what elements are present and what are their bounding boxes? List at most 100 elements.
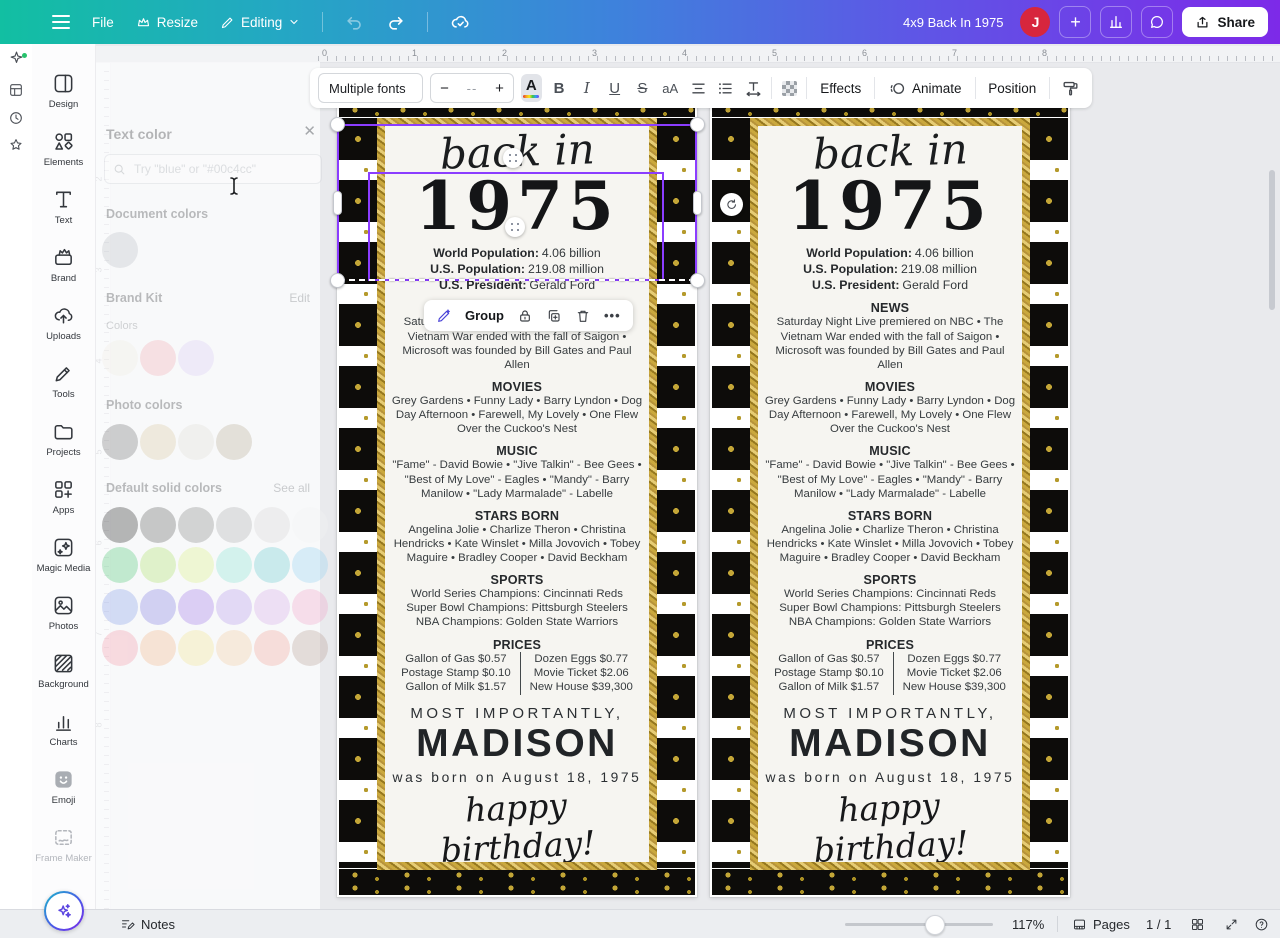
color-swatch[interactable] xyxy=(140,340,176,376)
color-swatch[interactable] xyxy=(178,340,214,376)
color-swatch[interactable] xyxy=(178,507,214,543)
section-stars-born[interactable]: STARS BORN Angelina Jolie • Charlize The… xyxy=(391,509,643,565)
color-swatch[interactable] xyxy=(102,589,138,625)
recent-clock-icon[interactable] xyxy=(8,110,24,126)
color-swatch[interactable] xyxy=(178,630,214,666)
avatar[interactable]: J xyxy=(1020,7,1050,37)
color-swatch[interactable] xyxy=(292,630,328,666)
most-importantly-line[interactable]: MOST IMPORTANTLY, xyxy=(410,705,623,722)
design-page-2[interactable]: back in 1975 World Population:4.06 billi… xyxy=(710,103,1070,897)
selection-handle-bottom-left[interactable] xyxy=(330,273,345,288)
sidebar-item-magic-media[interactable]: Magic Media xyxy=(32,526,96,584)
undo-button[interactable] xyxy=(345,13,364,32)
sidebar-item-photos[interactable]: Photos xyxy=(32,584,96,642)
section-prices[interactable]: PRICES Gallon of Gas $0.57Postage Stamp … xyxy=(392,638,642,695)
grid-view-button[interactable] xyxy=(1190,910,1205,938)
color-swatch[interactable] xyxy=(140,507,176,543)
color-swatch[interactable] xyxy=(254,589,290,625)
poster-year[interactable]: 1975 xyxy=(788,175,992,238)
underline-button[interactable]: U xyxy=(604,74,625,102)
selection-handle-top-right[interactable] xyxy=(690,117,705,132)
templates-icon[interactable] xyxy=(8,82,24,98)
comments-icon[interactable] xyxy=(1141,6,1173,38)
starred-icon[interactable] xyxy=(8,137,24,153)
group-button[interactable]: Group xyxy=(465,308,504,323)
section-movies[interactable]: MOVIES Grey Gardens • Funny Lady • Barry… xyxy=(391,380,643,436)
most-importantly-line[interactable]: MOST IMPORTANTLY, xyxy=(783,705,996,722)
color-swatch[interactable] xyxy=(216,630,252,666)
poster-heading-script[interactable]: back in xyxy=(812,126,968,178)
birthday-name[interactable]: MADISON xyxy=(416,724,618,765)
delete-icon[interactable] xyxy=(575,308,591,324)
color-swatch[interactable] xyxy=(102,340,138,376)
canva-assistant-button[interactable] xyxy=(44,891,84,931)
section-sports[interactable]: SPORTS World Series Champions: Cincinnat… xyxy=(779,573,1001,629)
sidebar-item-apps[interactable]: Apps xyxy=(32,468,96,526)
birthday-name[interactable]: MADISON xyxy=(789,724,991,765)
sidebar-item-projects[interactable]: Projects xyxy=(32,410,96,468)
color-swatch[interactable] xyxy=(292,547,328,583)
color-swatch[interactable] xyxy=(216,547,252,583)
color-swatch[interactable] xyxy=(102,232,138,268)
lock-icon[interactable] xyxy=(517,308,533,324)
close-panel-icon[interactable]: ✕ xyxy=(303,124,316,139)
text-color-button[interactable]: A xyxy=(521,74,542,102)
section-sports[interactable]: SPORTS World Series Champions: Cincinnat… xyxy=(406,573,628,629)
drag-move-handle[interactable] xyxy=(503,148,523,168)
sidebar-item-frame-maker[interactable]: Frame Maker xyxy=(32,816,96,874)
cloud-save-status-icon[interactable] xyxy=(450,12,471,33)
file-menu[interactable]: File xyxy=(92,15,114,30)
editing-mode-dropdown[interactable]: Editing xyxy=(220,15,300,30)
section-stars-born[interactable]: STARS BORN Angelina Jolie • Charlize The… xyxy=(764,509,1016,565)
section-prices[interactable]: PRICES Gallon of Gas $0.57Postage Stamp … xyxy=(765,638,1015,695)
main-menu-button[interactable] xyxy=(52,15,70,29)
share-button[interactable]: Share xyxy=(1182,7,1268,37)
copy-style-button[interactable] xyxy=(1057,79,1084,98)
poster-paper[interactable]: back in 1975 World Population:4.06 billi… xyxy=(758,126,1022,862)
effects-button[interactable]: Effects xyxy=(814,81,867,96)
sidebar-item-emoji[interactable]: Emoji xyxy=(32,758,96,816)
sidebar-item-tools[interactable]: Tools xyxy=(32,352,96,410)
font-selector[interactable]: Multiple fonts xyxy=(318,73,423,103)
selection-handle-bottom-right[interactable] xyxy=(690,273,705,288)
section-music[interactable]: MUSIC "Fame" - David Bowie • "Jive Talki… xyxy=(391,444,643,500)
insights-icon[interactable] xyxy=(1100,6,1132,38)
closing-script[interactable]: happy birthday! xyxy=(389,781,645,862)
help-button[interactable] xyxy=(1254,910,1269,938)
selection-handle-left[interactable] xyxy=(333,191,342,215)
color-swatch[interactable] xyxy=(216,424,252,460)
color-swatch[interactable] xyxy=(102,424,138,460)
selection-handle-top-left[interactable] xyxy=(330,117,345,132)
color-swatch[interactable] xyxy=(178,547,214,583)
pages-button[interactable]: Pages xyxy=(1072,910,1130,938)
poster-stats[interactable]: World Population:4.06 billion U.S. Popul… xyxy=(803,245,977,294)
section-movies[interactable]: MOVIES Grey Gardens • Funny Lady • Barry… xyxy=(764,380,1016,436)
add-member-button[interactable]: + xyxy=(1059,6,1091,38)
color-swatch[interactable] xyxy=(140,424,176,460)
rotate-handle[interactable] xyxy=(720,193,743,216)
color-swatch[interactable] xyxy=(102,547,138,583)
color-swatch[interactable] xyxy=(254,547,290,583)
color-swatch[interactable] xyxy=(140,589,176,625)
color-swatch[interactable] xyxy=(254,630,290,666)
redo-button[interactable] xyxy=(386,13,405,32)
list-button[interactable] xyxy=(715,74,736,102)
edit-magic-pen-icon[interactable] xyxy=(436,308,452,324)
color-swatch[interactable] xyxy=(178,589,214,625)
color-search-input[interactable] xyxy=(132,161,313,177)
font-size-decrease[interactable]: − xyxy=(440,80,449,97)
section-news[interactable]: NEWS Saturday Night Live premiered on NB… xyxy=(764,301,1016,372)
sidebar-item-design[interactable]: Design xyxy=(32,62,96,120)
drag-move-handle[interactable] xyxy=(505,217,525,237)
italic-button[interactable]: I xyxy=(576,74,597,102)
letter-spacing-button[interactable] xyxy=(743,74,764,102)
strikethrough-button[interactable]: S xyxy=(632,74,653,102)
see-all-link[interactable]: See all xyxy=(273,481,310,495)
zoom-slider-track[interactable] xyxy=(845,923,993,926)
color-swatch[interactable] xyxy=(216,507,252,543)
section-music[interactable]: MUSIC "Fame" - David Bowie • "Jive Talki… xyxy=(764,444,1016,500)
selection-handle-right[interactable] xyxy=(693,191,702,215)
color-swatch[interactable] xyxy=(216,589,252,625)
zoom-level[interactable]: 117% xyxy=(1012,910,1044,938)
color-swatch[interactable] xyxy=(140,630,176,666)
